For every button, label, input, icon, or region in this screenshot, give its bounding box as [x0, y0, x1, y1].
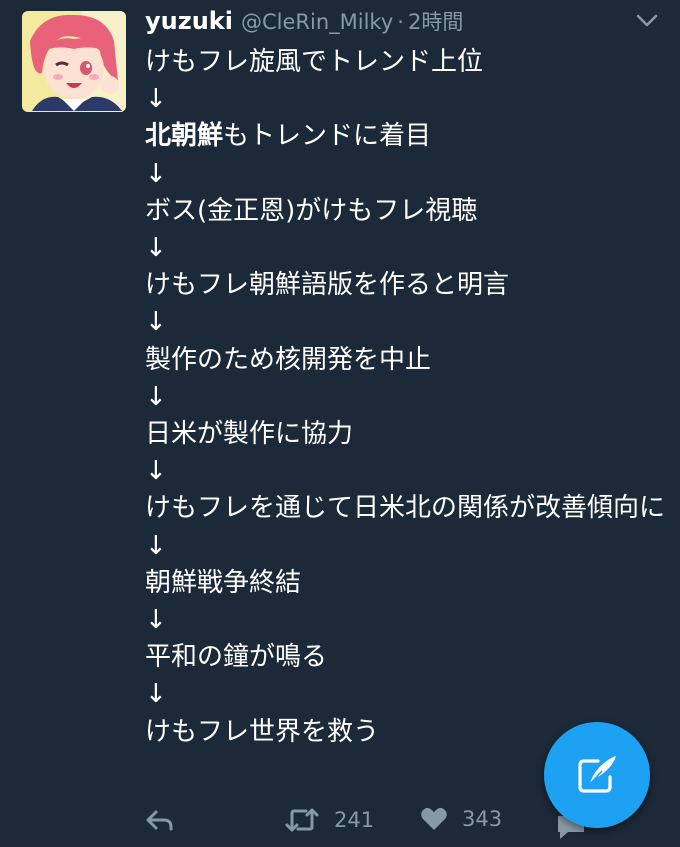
- tweet-arrow: ↓: [145, 307, 167, 338]
- tweet-header: yuzuki @CleRin_Milky · 2時間: [145, 6, 660, 42]
- compose-tweet-button[interactable]: [544, 722, 650, 828]
- tweet-arrow: ↓: [145, 456, 167, 487]
- tweet-line-text: もトレンドに着目: [223, 121, 432, 152]
- tweet-arrow: ↓: [145, 158, 167, 189]
- tweet-arrow: ↓: [145, 679, 167, 710]
- tweet-line: 製作のため核開発を中止: [145, 344, 432, 375]
- tweet-body: けもフレ旋風でトレンド上位 ↓ 北朝鮮もトレンドに着目 ↓ ボス(金正恩)がけも…: [145, 44, 665, 751]
- tweet-arrow: ↓: [145, 84, 167, 115]
- tweet-time[interactable]: 2時間: [408, 6, 463, 36]
- reply-button[interactable]: [144, 808, 174, 832]
- tweet-line: ボス(金正恩)がけもフレ視聴: [145, 195, 478, 226]
- user-handle[interactable]: @CleRin_Milky: [241, 10, 393, 34]
- hashtag-link[interactable]: 北朝鮮: [145, 121, 223, 151]
- avatar[interactable]: [22, 11, 126, 112]
- tweet-line: けもフレ旋風でトレンド上位: [145, 47, 484, 77]
- user-name[interactable]: yuzuki: [145, 7, 233, 35]
- avatar-image: [22, 11, 126, 112]
- chevron-down-icon[interactable]: [636, 13, 658, 29]
- tweet[interactable]: yuzuki @CleRin_Milky · 2時間 けもフレ旋風でトレンド上位…: [0, 0, 680, 847]
- tweet-line: けもフレを通じて日米北の関係が改善傾向に: [145, 493, 666, 524]
- like-button[interactable]: 343: [420, 806, 502, 832]
- reply-icon: [146, 810, 173, 831]
- like-count: 343: [462, 807, 503, 831]
- tweet-line: 平和の鐘が鳴る: [145, 642, 328, 673]
- heart-icon: [421, 807, 447, 830]
- tweet-line: けもフレ朝鮮語版を作ると明言: [145, 270, 510, 301]
- retweet-button[interactable]: 241: [284, 806, 374, 834]
- tweet-arrow: ↓: [145, 605, 167, 636]
- retweet-icon: [285, 808, 319, 832]
- tweet-arrow: ↓: [145, 381, 167, 412]
- compose-tweet-icon: [578, 756, 616, 793]
- retweet-count: 241: [334, 808, 375, 832]
- tweet-arrow: ↓: [145, 233, 167, 264]
- tweet-line: 北朝鮮もトレンドに着目: [145, 118, 665, 155]
- tweet-line: 日米が製作に協力: [145, 419, 354, 450]
- tweet-arrow: ↓: [145, 530, 167, 561]
- tweet-line: 朝鮮戦争終結: [145, 567, 302, 598]
- separator-dot: ·: [397, 10, 404, 34]
